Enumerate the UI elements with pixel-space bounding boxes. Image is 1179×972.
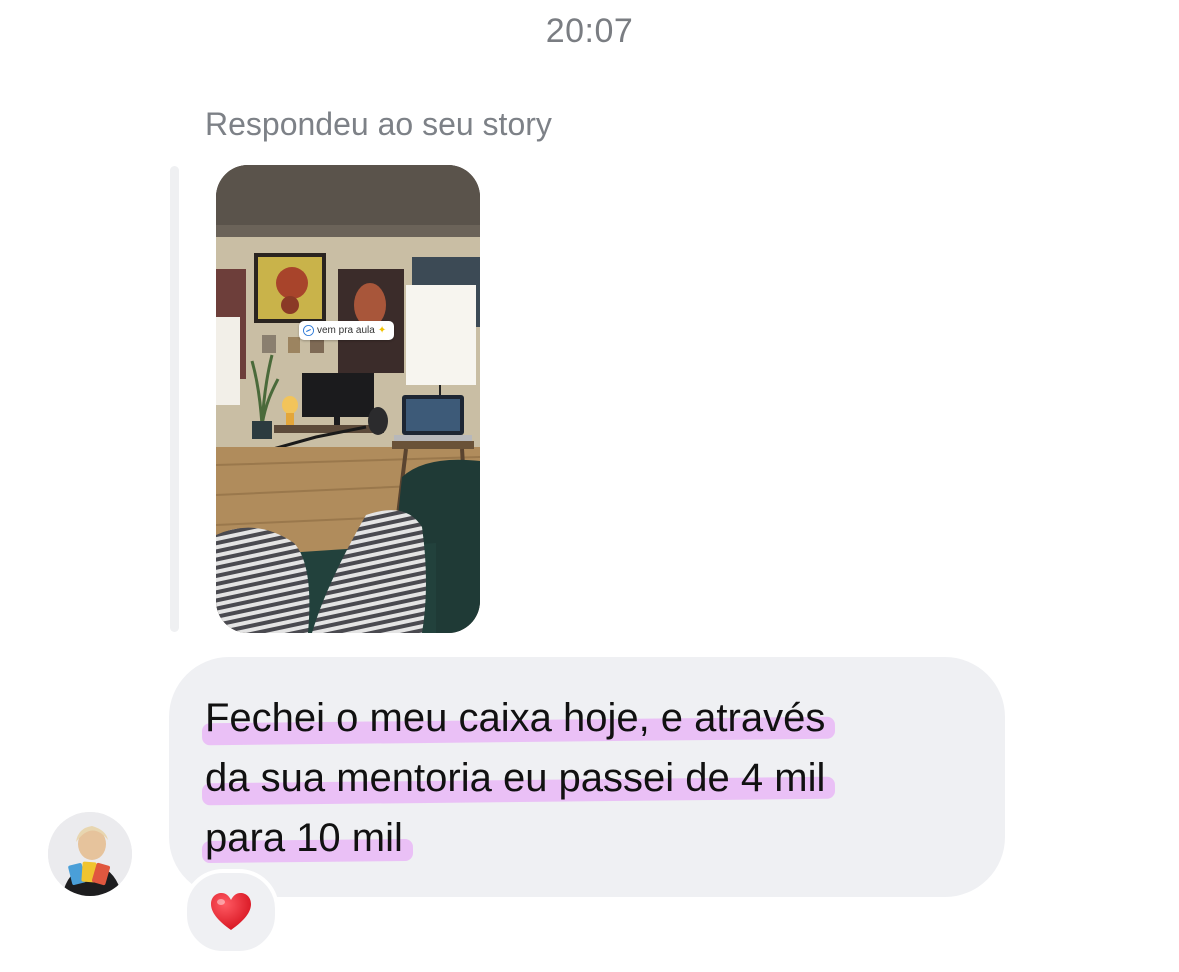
message-reaction[interactable] (183, 869, 279, 955)
link-icon (303, 325, 314, 336)
story-thumbnail[interactable]: vem pra aula ✦ (216, 165, 480, 633)
reply-indicator-bar (170, 166, 179, 632)
message-line-3: para 10 mil (205, 808, 403, 868)
story-reply-label: Respondeu ao seu story (205, 106, 552, 142)
story-sticker-text: vem pra aula (317, 325, 375, 336)
avatar-photo (48, 812, 132, 896)
message-timestamp: 20:07 (545, 12, 634, 50)
sender-avatar[interactable] (48, 812, 132, 896)
story-photo (216, 165, 480, 633)
heart-icon (211, 893, 251, 930)
message-text: Fechei o meu caixa hoje, e através da su… (205, 688, 995, 868)
story-link-sticker[interactable]: vem pra aula ✦ (299, 321, 395, 340)
dm-conversation: 20:07 Respondeu ao seu story vem pra aul… (0, 0, 1179, 972)
message-line-1: Fechei o meu caixa hoje, e através (205, 688, 825, 748)
sparkle-icon: ✦ (377, 325, 387, 336)
message-line-2: da sua mentoria eu passei de 4 mil (205, 748, 825, 808)
